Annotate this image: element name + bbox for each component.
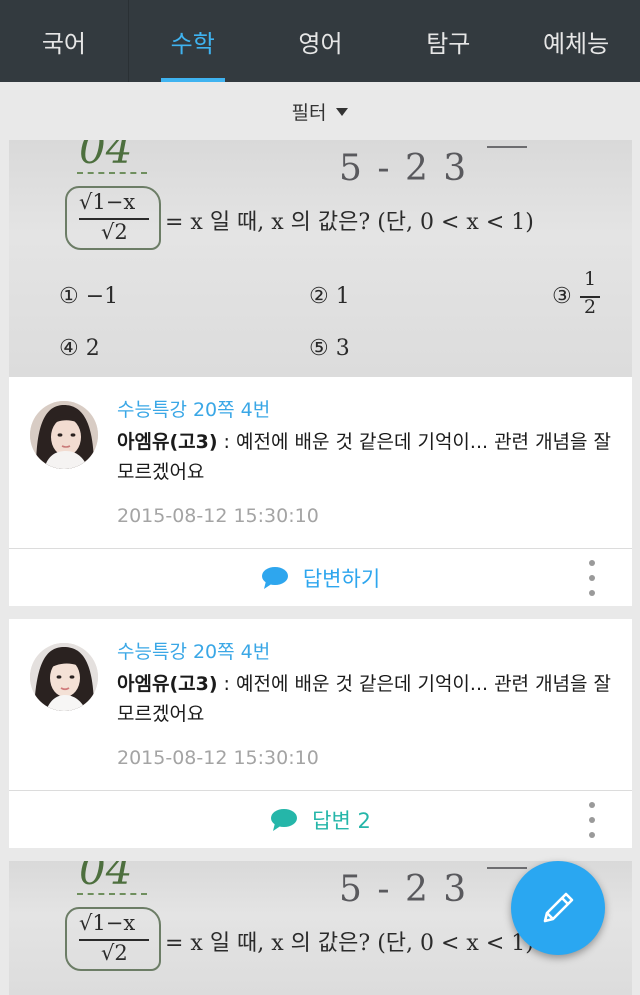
more-options-button[interactable] (586, 802, 598, 838)
pencil-icon (543, 892, 574, 923)
more-options-button[interactable] (586, 560, 598, 596)
tab-label: 국어 (41, 29, 86, 58)
answer-count-label: 답변 2 (312, 808, 371, 833)
answer-button-label: 답변하기 (302, 566, 381, 591)
caret-down-icon (336, 108, 349, 116)
problem-number: 04 (79, 861, 133, 894)
question-body: 아엠유(고3) : 예전에 배운 것 같은데 기억이... 관련 개념을 잘 모… (117, 669, 617, 729)
avatar-image (30, 401, 98, 469)
more-vertical-icon-dot (589, 817, 595, 823)
avatar[interactable] (30, 643, 98, 711)
subject-tab-bar: 국어 수학 영어 탐구 예체능 (0, 0, 640, 82)
question-body: 아엠유(고3) : 예전에 배운 것 같은데 기억이... 관련 개념을 잘 모… (117, 427, 617, 487)
question-card[interactable]: 수능특강 20쪽 4번 아엠유(고3) : 예전에 배운 것 같은데 기억이..… (9, 377, 632, 606)
question-text: = x 일 때, x 의 값은? (단, 0 < x < 1) (165, 210, 534, 235)
write-question-button[interactable] (511, 861, 605, 955)
choice-3-denominator: 2 (584, 296, 597, 318)
tab-label: 탐구 (426, 29, 471, 58)
author-name[interactable]: 아엠유(고3) (117, 431, 218, 453)
tab-label: 수학 (170, 29, 215, 58)
more-vertical-icon-dot (589, 575, 595, 581)
handwritten-stroke (487, 867, 527, 869)
more-vertical-icon-dot (589, 802, 595, 808)
more-vertical-icon-dot (589, 560, 595, 566)
avatar[interactable] (30, 401, 98, 469)
tab-inquiry[interactable]: 탐구 (384, 0, 512, 82)
fraction-denominator: √2 (101, 220, 128, 244)
view-answers-button[interactable]: 답변 2 (9, 791, 632, 848)
tab-korean[interactable]: 국어 (0, 0, 129, 82)
filter-label: 필터 (291, 101, 327, 124)
handwritten-note: 5 - 2 3 (339, 869, 469, 910)
author-name[interactable]: 아엠유(고3) (117, 673, 218, 695)
choice-3: ③ (552, 284, 572, 309)
choice-1: ① −1 (59, 284, 119, 309)
handwritten-note: 5 - 2 3 (339, 148, 469, 189)
tab-math[interactable]: 수학 (129, 0, 257, 82)
handwritten-stroke (487, 146, 527, 148)
comment-bubble-icon (271, 808, 298, 831)
post-timestamp: 2015-08-12 15:30:10 (117, 505, 319, 527)
tab-arts-sports[interactable]: 예체능 (512, 0, 640, 82)
choice-2: ② 1 (309, 284, 350, 309)
fraction-numerator: √1−x (79, 911, 136, 935)
source-label[interactable]: 수능특강 20쪽 4번 (117, 395, 270, 422)
filter-dropdown[interactable]: 필터 (0, 82, 640, 140)
choice-3-numerator: 1 (584, 268, 597, 290)
comment-bubble-icon (261, 566, 288, 589)
more-vertical-icon-dot (589, 590, 595, 596)
problem-photo[interactable]: 04 5 - 2 3 √1−x √2 = x 일 때, x 의 값은? (단, … (9, 140, 632, 377)
source-label[interactable]: 수능특강 20쪽 4번 (117, 637, 270, 664)
fraction-denominator: √2 (101, 941, 128, 965)
avatar-image (30, 643, 98, 711)
problem-number: 04 (79, 140, 133, 173)
more-vertical-icon-dot (589, 832, 595, 838)
tab-english[interactable]: 영어 (257, 0, 385, 82)
question-card[interactable]: 수능특강 20쪽 4번 아엠유(고3) : 예전에 배운 것 같은데 기억이..… (9, 619, 632, 848)
answer-button[interactable]: 답변하기 (9, 549, 632, 606)
tab-label: 예체능 (542, 29, 610, 58)
fraction-numerator: √1−x (79, 190, 136, 214)
post-timestamp: 2015-08-12 15:30:10 (117, 747, 319, 769)
tab-label: 영어 (298, 29, 343, 58)
underline-mark (77, 893, 147, 895)
choice-5: ⑤ 3 (309, 336, 350, 361)
underline-mark (77, 172, 147, 174)
question-text: = x 일 때, x 의 값은? (단, 0 < x < 1) (165, 931, 534, 956)
choice-4: ④ 2 (59, 336, 100, 361)
